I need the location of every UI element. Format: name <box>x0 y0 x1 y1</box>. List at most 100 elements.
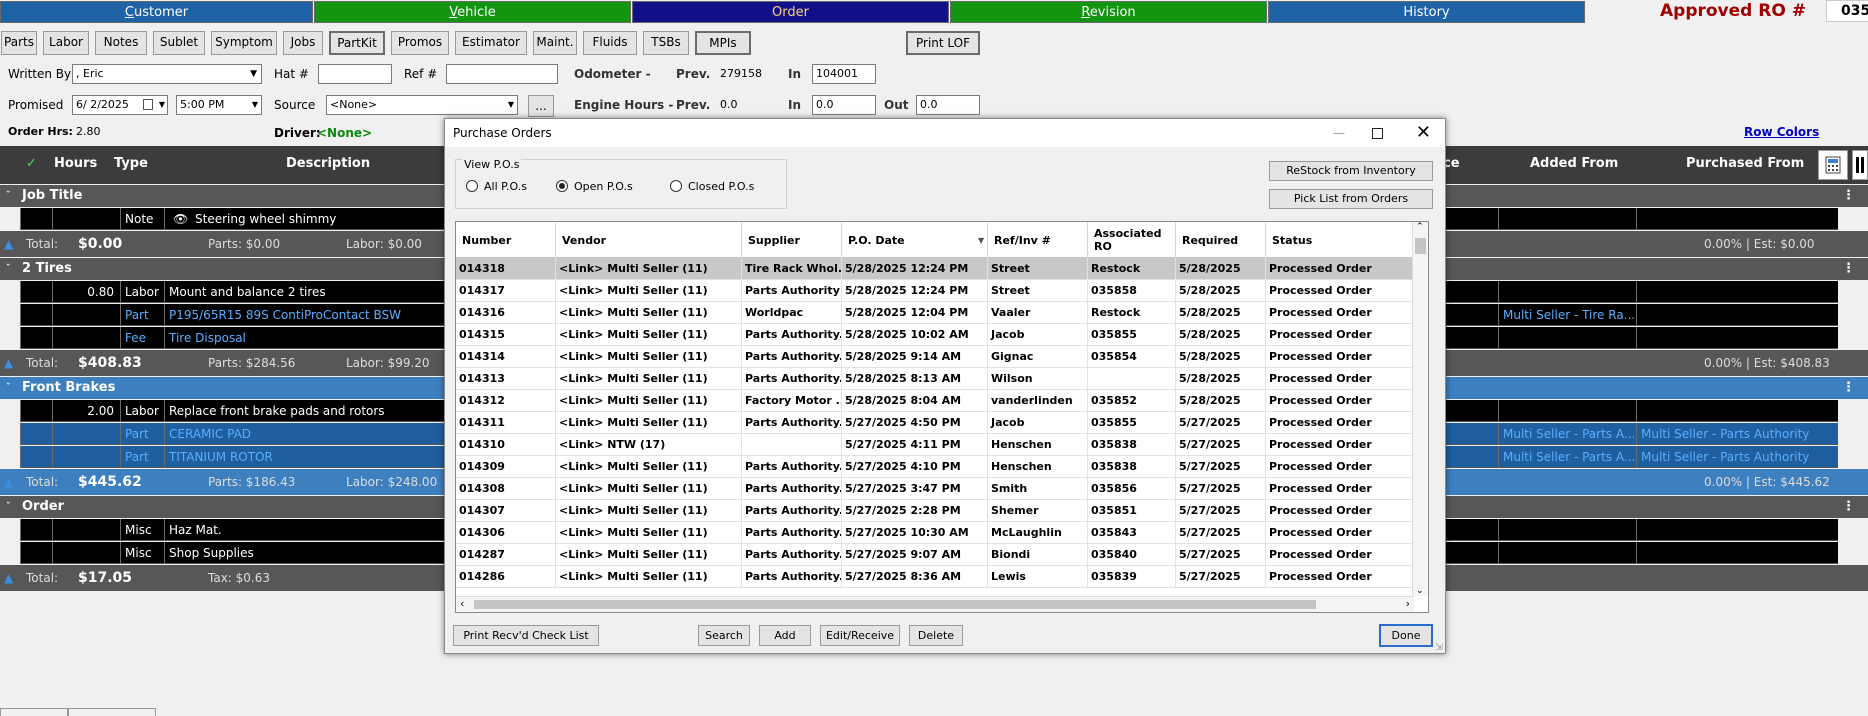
po-row[interactable]: 014315 <Link> Multi Seller (11) Parts Auth… <box>456 324 1416 346</box>
scroll-left-icon[interactable]: ‹ <box>460 597 464 610</box>
tab-revision[interactable]: Revision <box>950 1 1267 23</box>
tab-customer[interactable]: Customer <box>0 1 313 23</box>
eye-icon[interactable]: 👁 <box>173 208 188 230</box>
edit-receive-button[interactable]: Edit/Receive <box>820 625 900 646</box>
scroll-down-icon[interactable]: ⌄ <box>1416 586 1424 596</box>
po-header-number[interactable]: Number <box>456 222 556 258</box>
bottom-tab-1[interactable] <box>0 708 68 716</box>
row-check-cell[interactable] <box>20 304 52 326</box>
pick-list-from-orders-button[interactable]: Pick List from Orders <box>1269 189 1433 209</box>
restock-from-inventory-button[interactable]: ReStock from Inventory <box>1269 161 1433 181</box>
row-check-cell[interactable] <box>20 423 52 445</box>
toolbar-symptom-button[interactable]: Symptom <box>211 31 277 55</box>
more-options-icon[interactable]: ⋮ <box>1842 377 1855 399</box>
po-header-supplier[interactable]: Supplier <box>742 222 842 258</box>
odometer-in-input[interactable]: 104001 <box>812 64 876 84</box>
po-row[interactable]: 014307 <Link> Multi Seller (11) Parts Auth… <box>456 500 1416 522</box>
promised-date-input[interactable]: 6/ 2/2025 ▼ <box>72 95 168 115</box>
minimize-icon[interactable]: — <box>1333 119 1345 147</box>
row-check-cell[interactable] <box>20 281 52 303</box>
po-row[interactable]: 014314 <Link> Multi Seller (11) Parts Auth… <box>456 346 1416 368</box>
po-header-associatedro[interactable]: Associated RO <box>1088 222 1176 258</box>
add-button[interactable]: Add <box>759 625 811 646</box>
row-check-cell[interactable] <box>20 400 52 422</box>
collapse-icon[interactable]: ˇ <box>6 258 11 280</box>
more-options-icon[interactable]: ⋮ <box>1842 258 1855 280</box>
po-row[interactable]: 014312 <Link> Multi Seller (11) Factory Mo… <box>456 390 1416 412</box>
delete-button[interactable]: Delete <box>909 625 963 646</box>
toolbar-promos-button[interactable]: Promos <box>391 31 449 55</box>
row-check-cell[interactable] <box>20 208 52 230</box>
columns-icon[interactable] <box>1852 150 1868 180</box>
po-row[interactable]: 014310 <Link> NTW (17) 5/27/2025 4:11 PM He… <box>456 434 1416 456</box>
toolbar-sublet-button[interactable]: Sublet <box>153 31 205 55</box>
more-options-icon[interactable]: ⋮ <box>1842 496 1855 518</box>
toolbar-labor-button[interactable]: Labor <box>43 31 89 55</box>
vertical-scrollbar[interactable]: ⌃ ⌄ <box>1412 222 1428 596</box>
source-select[interactable]: <None> ▼ <box>326 95 518 115</box>
search-button[interactable]: Search <box>698 625 750 646</box>
add-icon[interactable]: ▲ <box>4 469 13 495</box>
calculator-icon[interactable] <box>1818 150 1848 180</box>
close-icon[interactable]: ✕ <box>1416 119 1431 147</box>
tab-order[interactable]: Order <box>632 1 949 23</box>
po-row[interactable]: 014286 <Link> Multi Seller (11) Parts Auth… <box>456 566 1416 588</box>
po-row[interactable]: 014317 <Link> Multi Seller (11) Parts Auth… <box>456 280 1416 302</box>
radio-closed-pos[interactable]: Closed P.O.s <box>670 180 754 193</box>
done-button[interactable]: Done <box>1379 624 1433 647</box>
engine-out-input[interactable]: 0.0 <box>916 95 980 115</box>
row-check-cell[interactable] <box>20 327 52 349</box>
po-row[interactable]: 014309 <Link> Multi Seller (11) Parts Auth… <box>456 456 1416 478</box>
po-header-refinv[interactable]: Ref/Inv # <box>988 222 1088 258</box>
written-by-select[interactable]: , Eric ▼ <box>72 64 262 84</box>
scroll-up-icon[interactable]: ⌃ <box>1416 222 1424 232</box>
row-colors-link[interactable]: Row Colors <box>1744 124 1819 140</box>
sort-descending-icon[interactable]: ▼ <box>972 222 986 258</box>
toolbar-jobs-button[interactable]: Jobs <box>283 31 323 55</box>
horizontal-scroll-thumb[interactable] <box>474 600 1316 609</box>
po-row[interactable]: 014313 <Link> Multi Seller (11) Parts Auth… <box>456 368 1416 390</box>
engine-in-input[interactable]: 0.0 <box>812 95 876 115</box>
toolbar-mpis-button[interactable]: MPIs <box>695 31 751 55</box>
toolbar-estimator-button[interactable]: Estimator <box>455 31 527 55</box>
print-lof-button[interactable]: Print LOF <box>906 31 980 55</box>
po-row[interactable]: 014316 <Link> Multi Seller (11) Worldpac 5/… <box>456 302 1416 324</box>
toolbar-parts-button[interactable]: Parts <box>1 31 37 55</box>
po-row[interactable]: 014306 <Link> Multi Seller (11) Parts Auth… <box>456 522 1416 544</box>
ref-input[interactable] <box>446 64 558 84</box>
collapse-icon[interactable]: ˇ <box>6 496 11 518</box>
horizontal-scrollbar[interactable]: ‹ › <box>456 596 1414 612</box>
toolbar-notes-button[interactable]: Notes <box>95 31 147 55</box>
add-icon[interactable]: ▲ <box>4 565 13 591</box>
radio-open-pos[interactable]: Open P.O.s <box>556 180 633 193</box>
resize-grip-icon[interactable]: ⇲ <box>1435 642 1443 653</box>
hat-input[interactable] <box>318 64 392 84</box>
vertical-scroll-thumb[interactable] <box>1415 238 1426 254</box>
toolbar-fluids-button[interactable]: Fluids <box>583 31 637 55</box>
row-check-cell[interactable] <box>20 519 52 541</box>
radio-all-pos[interactable]: All P.O.s <box>466 180 527 193</box>
tab-vehicle[interactable]: Vehicle <box>314 1 631 23</box>
promised-time-select[interactable]: 5:00 PM ▼ <box>176 95 262 115</box>
po-header-podate[interactable]: P.O. Date <box>842 222 988 258</box>
row-check-cell[interactable] <box>20 542 52 564</box>
po-row[interactable]: 014287 <Link> Multi Seller (11) Parts Auth… <box>456 544 1416 566</box>
collapse-icon[interactable]: ˇ <box>6 185 11 207</box>
po-row[interactable]: 014311 <Link> Multi Seller (11) Parts Auth… <box>456 412 1416 434</box>
more-options-icon[interactable]: ⋮ <box>1842 185 1855 207</box>
bottom-tab-2[interactable] <box>68 708 156 716</box>
po-header-vendor[interactable]: Vendor <box>556 222 742 258</box>
print-received-check-list-button[interactable]: Print Recv'd Check List <box>453 625 599 646</box>
po-header-required[interactable]: Required <box>1176 222 1266 258</box>
source-browse-button[interactable]: ... <box>528 95 554 117</box>
tab-history[interactable]: History <box>1268 1 1585 23</box>
po-row[interactable]: 014318 <Link> Multi Seller (11) Tire Rack … <box>456 258 1416 280</box>
maximize-icon[interactable] <box>1372 128 1383 139</box>
po-header-status[interactable]: Status <box>1266 222 1416 258</box>
toolbar-tsbs-button[interactable]: TSBs <box>643 31 689 55</box>
toolbar-partkit-button[interactable]: PartKit <box>329 31 385 55</box>
collapse-icon[interactable]: ˇ <box>6 377 11 399</box>
toolbar-maint-button[interactable]: Maint. <box>533 31 577 55</box>
add-icon[interactable]: ▲ <box>4 350 13 376</box>
add-icon[interactable]: ▲ <box>4 231 13 257</box>
